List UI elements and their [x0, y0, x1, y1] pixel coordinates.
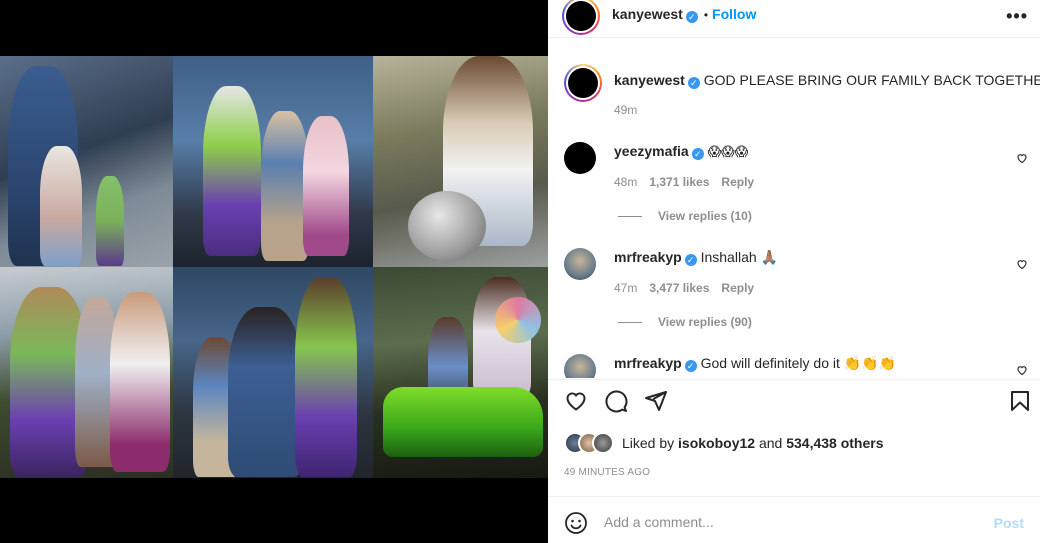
comment-text: God will definitely do it 👏👏👏	[700, 355, 897, 371]
comment-likes[interactable]: 3,477 likes	[649, 281, 709, 295]
comment-time[interactable]: 48m	[614, 175, 637, 189]
photo-6	[373, 267, 548, 478]
liker-avatar[interactable]	[592, 432, 614, 454]
post-header: kanyewest ✓ • Follow •••	[548, 0, 1040, 37]
header-divider	[548, 37, 1040, 38]
post-timestamp[interactable]: 49 MINUTES AGO	[564, 467, 650, 478]
liked-by-user[interactable]: isokoboy12	[678, 435, 755, 451]
rainbow-ball	[495, 297, 541, 343]
replies-line	[618, 216, 642, 218]
verified-icon: ✓	[687, 77, 700, 89]
comments-list[interactable]: kanyewest ✓ GOD PLEASE BRING OUR FAMILY B…	[548, 56, 1040, 378]
likes-count[interactable]: 534,438 others	[786, 435, 883, 451]
reply-button[interactable]: Reply	[721, 175, 754, 189]
comment-item: yeezymafia ✓ 😱😱😱 48m 1,371 likes Reply View…	[564, 140, 1028, 223]
verified-icon: ✓	[685, 11, 698, 23]
comment-heart-icon[interactable]	[1016, 258, 1028, 270]
comment-username[interactable]: mrfreakyp	[614, 355, 682, 371]
photo-1	[0, 56, 173, 267]
view-replies-label[interactable]: View replies (90)	[658, 315, 752, 329]
view-replies-button[interactable]: View replies (10)	[618, 209, 752, 223]
comment-item: mrfreakyp ✓ God will definitely do it 👏👏👏	[564, 352, 1028, 378]
photo-5	[173, 267, 373, 478]
photo-3	[373, 56, 548, 267]
author-username[interactable]: kanyewest	[612, 6, 683, 22]
post-panel: kanyewest ✓ • Follow ••• kanyewest ✓ GOD PLE…	[548, 0, 1040, 543]
author-avatar-ring[interactable]	[562, 0, 600, 35]
actions-divider	[548, 379, 1040, 380]
follow-button[interactable]: Follow	[712, 6, 756, 22]
post-media[interactable]	[0, 0, 548, 543]
comment-heart-icon[interactable]	[1016, 152, 1028, 164]
comment-username[interactable]: mrfreakyp	[614, 249, 682, 265]
liked-by-middle: and	[755, 435, 787, 451]
heart-icon[interactable]	[564, 389, 588, 413]
comment-heart-icon[interactable]	[1016, 364, 1028, 376]
verified-icon: ✓	[691, 148, 704, 160]
photo-4	[0, 267, 173, 478]
view-replies-label[interactable]: View replies (10)	[658, 209, 752, 223]
caption-username[interactable]: kanyewest	[614, 72, 685, 88]
separator-dot: •	[703, 8, 709, 22]
add-comment-bar: Post	[548, 496, 1040, 543]
caption-text: GOD PLEASE BRING OUR FAMILY BACK TOGETHE…	[703, 72, 1040, 88]
replies-line	[618, 322, 642, 324]
caption-time[interactable]: 49m	[614, 103, 637, 117]
view-replies-button[interactable]: View replies (90)	[618, 315, 752, 329]
commenter-avatar[interactable]	[564, 354, 596, 378]
photo-2	[173, 56, 373, 267]
commenter-avatar[interactable]	[564, 142, 596, 174]
toy-car	[383, 387, 543, 457]
comment-text: Inshallah 🙏🏽	[700, 249, 778, 265]
action-bar	[548, 389, 1040, 421]
verified-icon: ✓	[684, 254, 697, 266]
bookmark-icon[interactable]	[1008, 389, 1032, 413]
smiley-icon[interactable]	[564, 511, 588, 535]
caption: kanyewest ✓ GOD PLEASE BRING OUR FAMILY B…	[564, 64, 1040, 120]
commenter-avatar[interactable]	[564, 248, 596, 280]
comment-username[interactable]: yeezymafia	[614, 143, 689, 159]
comment-likes[interactable]: 1,371 likes	[649, 175, 709, 189]
author-avatar[interactable]	[566, 1, 596, 31]
photo-collage	[0, 56, 548, 478]
liked-by-prefix: Liked by	[622, 435, 679, 451]
basketball	[408, 191, 486, 261]
reply-button[interactable]: Reply	[721, 281, 754, 295]
comment-text: 😱😱😱	[707, 144, 749, 159]
caption-avatar-ring[interactable]	[564, 64, 602, 102]
share-icon[interactable]	[644, 389, 668, 413]
caption-avatar[interactable]	[568, 68, 598, 98]
more-icon[interactable]: •••	[1006, 6, 1028, 27]
comment-item: mrfreakyp ✓ Inshallah 🙏🏽 47m 3,477 likes Re…	[564, 246, 1028, 329]
comment-time[interactable]: 47m	[614, 281, 637, 295]
verified-icon: ✓	[684, 360, 697, 372]
post-button[interactable]: Post	[994, 515, 1024, 531]
comment-icon[interactable]	[604, 389, 628, 413]
comment-input[interactable]	[604, 509, 984, 535]
